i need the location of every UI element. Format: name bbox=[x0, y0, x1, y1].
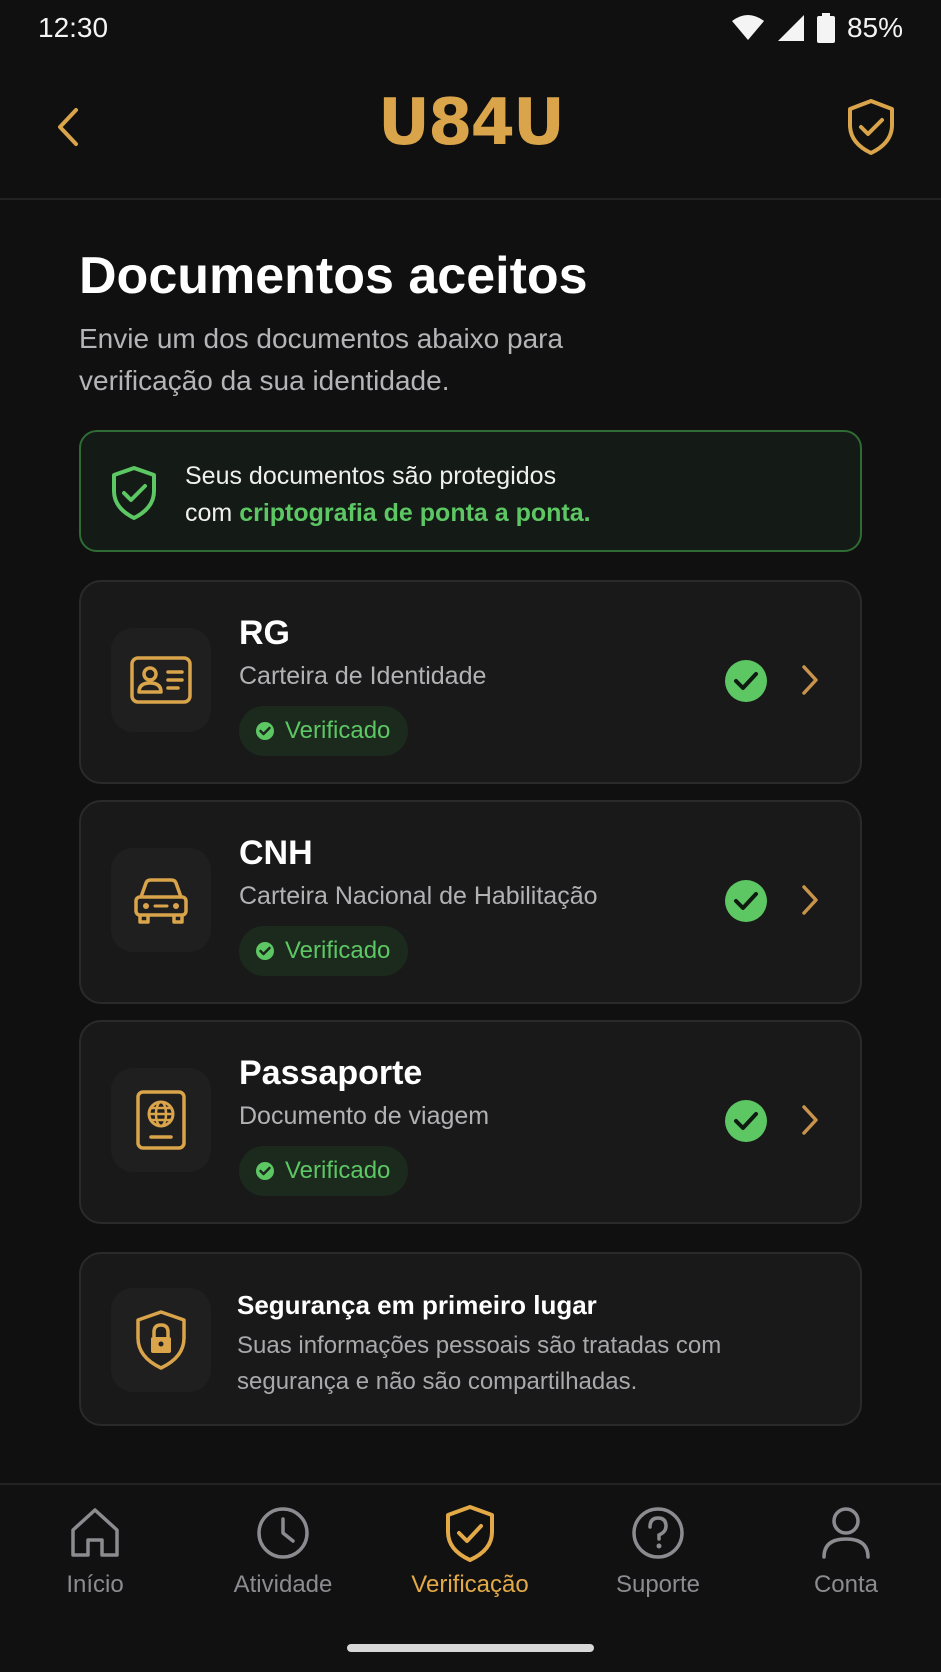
home-indicator[interactable] bbox=[347, 1644, 594, 1652]
signal-icon bbox=[777, 15, 804, 41]
nav-item-atividade[interactable]: Atividade bbox=[203, 1503, 363, 1613]
nav-item-verificacao[interactable]: Verificação bbox=[390, 1503, 550, 1613]
shield-check-icon bbox=[446, 1505, 494, 1562]
document-card-rg[interactable]: RG Carteira de Identidade Verificado bbox=[79, 580, 862, 784]
verified-check-icon bbox=[725, 1100, 767, 1142]
encryption-text: Seus documentos são protegidos com cript… bbox=[185, 462, 591, 527]
check-circle-icon bbox=[256, 1162, 274, 1180]
encryption-banner: Seus documentos são protegidos com cript… bbox=[79, 430, 862, 552]
nav-item-inicio[interactable]: Início bbox=[15, 1503, 175, 1613]
info-title: Segurança em primeiro lugar bbox=[237, 1290, 597, 1320]
clock-icon bbox=[257, 1507, 309, 1559]
nav-label: Suporte bbox=[615, 1571, 701, 1598]
document-name: CNH bbox=[239, 834, 313, 872]
document-description: Carteira de Identidade bbox=[239, 662, 487, 690]
nav-label: Verificação bbox=[411, 1571, 529, 1598]
check-circle-icon bbox=[256, 722, 274, 740]
info-description: Suas informações pessoais são tratadas c… bbox=[237, 1332, 722, 1395]
encryption-highlight: criptografia de ponta a ponta. bbox=[239, 499, 591, 527]
help-icon bbox=[632, 1507, 684, 1559]
document-name: RG bbox=[239, 614, 290, 652]
chevron-right-icon[interactable] bbox=[799, 662, 821, 698]
battery-icon bbox=[816, 13, 835, 43]
chevron-right-icon[interactable] bbox=[799, 882, 821, 918]
nav-label: Atividade bbox=[233, 1571, 333, 1598]
verified-check-icon bbox=[725, 880, 767, 922]
verified-check-icon bbox=[725, 660, 767, 702]
check-circle-icon bbox=[256, 942, 274, 960]
status-badge: Verificado bbox=[239, 1146, 409, 1196]
status-time: 12:30 bbox=[38, 12, 109, 43]
home-icon bbox=[71, 1508, 119, 1557]
user-icon bbox=[822, 1507, 870, 1559]
wifi-icon bbox=[731, 15, 764, 40]
document-card-passaporte[interactable]: Passaporte Documento de viagem Verificad… bbox=[79, 1020, 862, 1224]
shield-check-icon[interactable] bbox=[845, 98, 897, 156]
document-card-cnh[interactable]: CNH Carteira Nacional de Habilitação Ver… bbox=[79, 800, 862, 1004]
app-bar: U84U bbox=[0, 56, 941, 200]
nav-label: Conta bbox=[813, 1571, 879, 1598]
nav-label: Início bbox=[66, 1571, 124, 1598]
app-logo: U84U bbox=[378, 86, 565, 160]
document-name: Passaporte bbox=[239, 1054, 423, 1092]
status-badge: Verificado bbox=[239, 926, 409, 976]
security-info-card: Segurança em primeiro lugar Suas informa… bbox=[79, 1252, 862, 1426]
status-bar: 12:30 85% bbox=[0, 0, 941, 56]
nav-item-suporte[interactable]: Suporte bbox=[578, 1503, 738, 1613]
id-card-icon bbox=[130, 656, 192, 704]
shield-lock-icon bbox=[136, 1310, 186, 1370]
car-icon bbox=[134, 878, 188, 924]
document-description: Carteira Nacional de Habilitação bbox=[239, 882, 598, 910]
nav-item-conta[interactable]: Conta bbox=[766, 1503, 926, 1613]
document-description: Documento de viagem bbox=[239, 1102, 490, 1130]
page-title: Documentos aceitos bbox=[79, 247, 588, 305]
status-icons: 85% bbox=[731, 12, 903, 44]
shield-check-icon bbox=[112, 466, 156, 520]
chevron-right-icon[interactable] bbox=[799, 1102, 821, 1138]
passport-icon bbox=[136, 1090, 186, 1150]
battery-percent: 85% bbox=[846, 12, 903, 43]
status-badge: Verificado bbox=[239, 706, 409, 756]
page-subtitle: Envie um dos documentos abaixo para veri… bbox=[79, 323, 564, 396]
